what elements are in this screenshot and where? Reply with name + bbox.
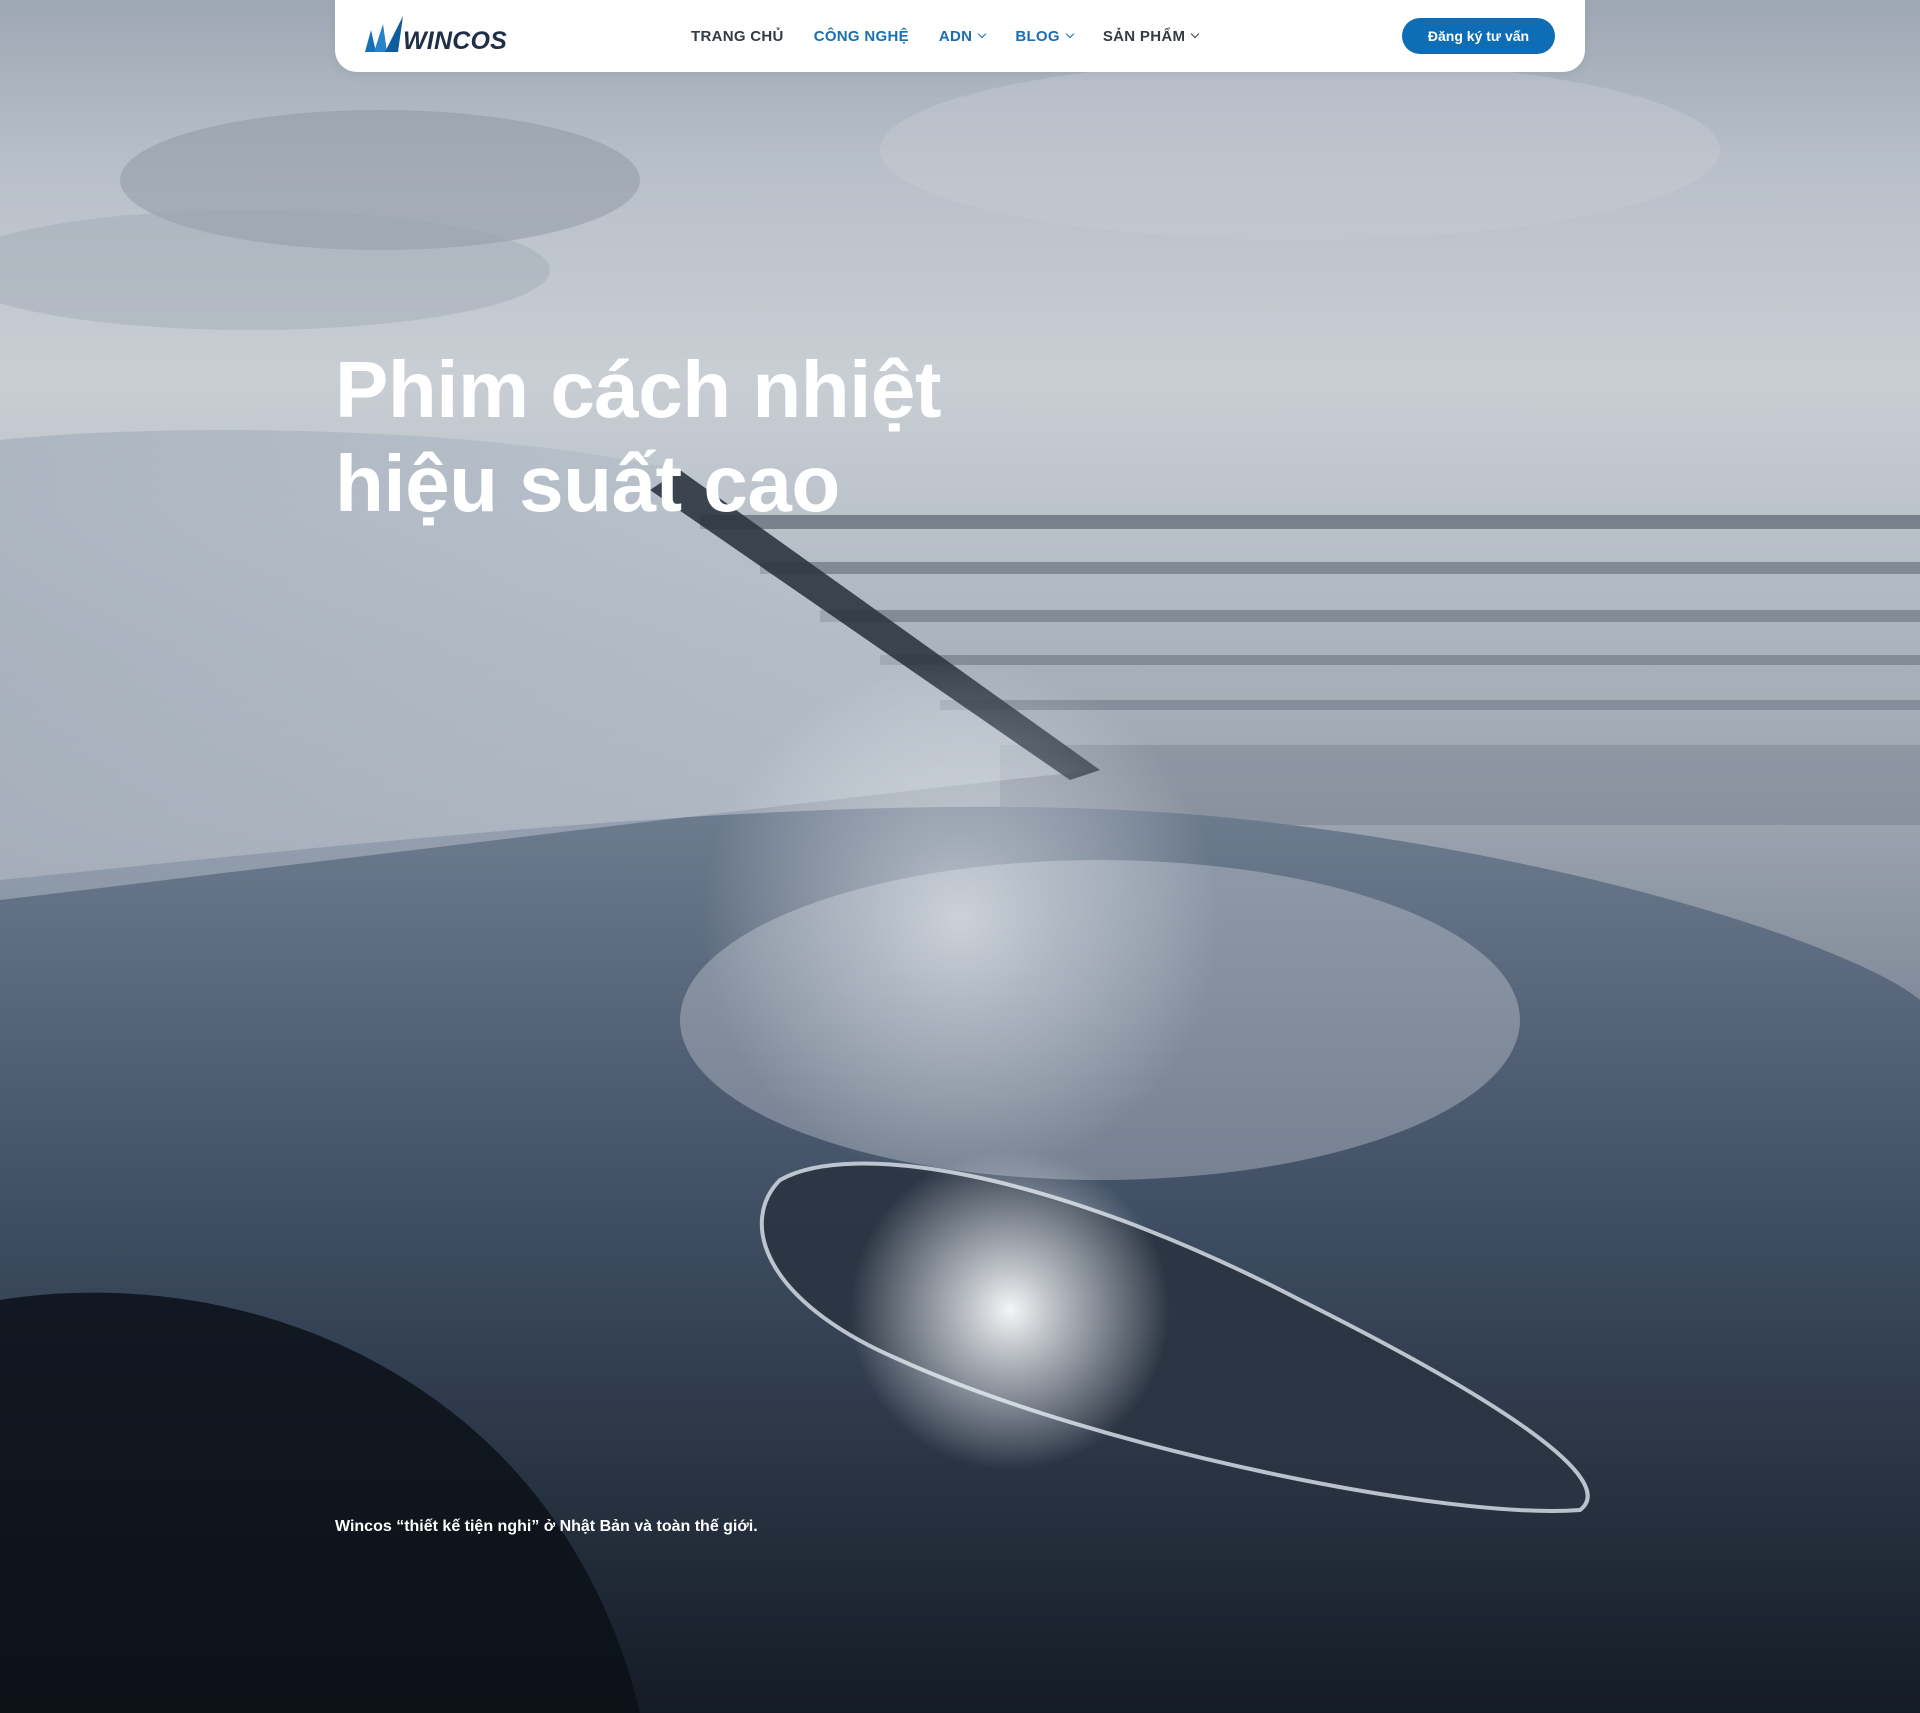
- register-consultation-button[interactable]: Đăng ký tư vấn: [1402, 18, 1555, 54]
- hero-headline-line-1: Phim cách nhiệt: [335, 345, 941, 434]
- nav-item-label: BLOG: [1015, 27, 1060, 45]
- nav-item-label: SẢN PHẨM: [1102, 27, 1186, 45]
- main-nav: TRANG CHỦ CÔNG NGHỆ ADN BLOG SẢN PHẨM: [691, 0, 1228, 72]
- hero-headline: Phim cách nhiệt hiệu suất cao: [335, 343, 941, 531]
- hero-headline-line-2: hiệu suất cao: [335, 439, 840, 528]
- brand-logo[interactable]: WINCOS: [363, 12, 507, 56]
- chevron-down-icon: [1065, 29, 1075, 39]
- chevron-down-icon: [1191, 29, 1200, 39]
- chevron-down-icon: [978, 29, 987, 39]
- nav-item-label: TRANG CHỦ: [691, 27, 784, 45]
- nav-item-trang-chu[interactable]: TRANG CHỦ: [691, 28, 784, 45]
- hero-tagline: Wincos “thiết kế tiện nghi” ở Nhật Bản v…: [335, 1518, 758, 1535]
- hero-section: WINCOS TRANG CHỦ CÔNG NGHỆ ADN BLOG SẢN …: [0, 0, 1920, 1713]
- hero-background-car-image: [0, 60, 1920, 1713]
- nav-item-blog[interactable]: BLOG: [1015, 27, 1075, 45]
- brand-name: WINCOS: [403, 26, 507, 55]
- nav-item-label: ADN: [938, 27, 973, 45]
- nav-item-label: CÔNG NGHỆ: [813, 27, 909, 45]
- nav-item-cong-nghe[interactable]: CÔNG NGHỆ: [814, 28, 909, 45]
- sail-logo-icon: [365, 16, 403, 52]
- nav-item-san-pham[interactable]: SẢN PHẨM: [1102, 27, 1200, 45]
- top-navigation-bar: WINCOS TRANG CHỦ CÔNG NGHỆ ADN BLOG SẢN …: [335, 0, 1585, 72]
- nav-item-adn[interactable]: ADN: [938, 27, 987, 45]
